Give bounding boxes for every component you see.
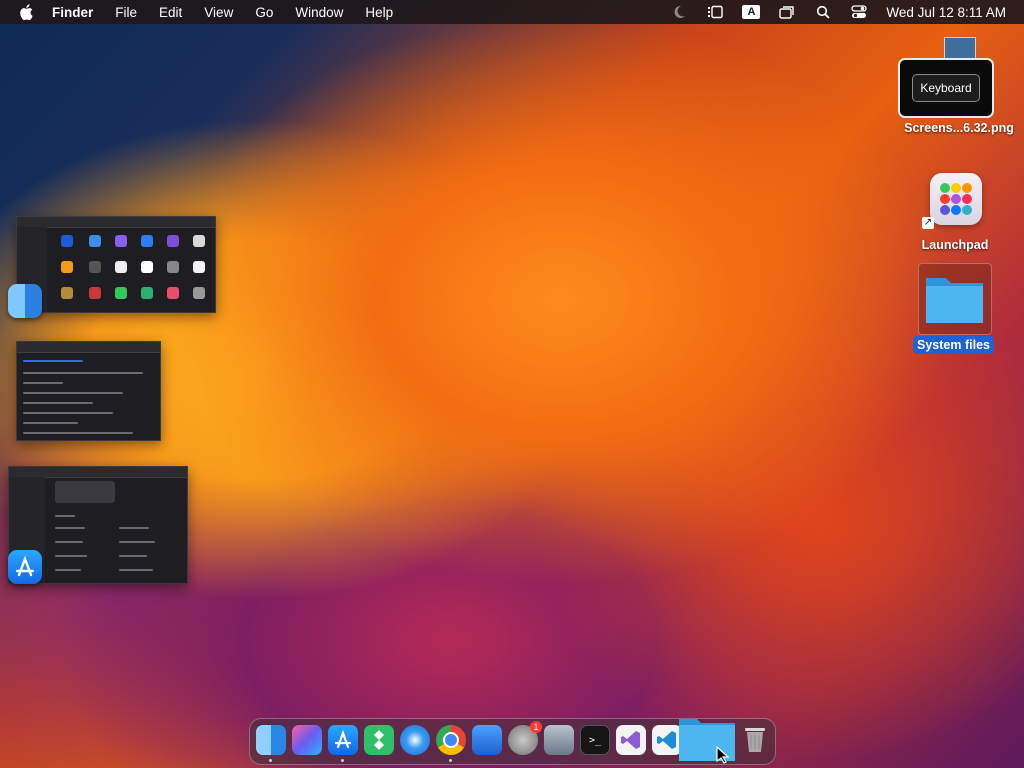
- stage-finder-window-thumbnail[interactable]: [16, 216, 216, 313]
- input-source-indicator[interactable]: A: [742, 5, 761, 19]
- dock-automator-icon[interactable]: [544, 725, 574, 755]
- system-files-label[interactable]: System files: [913, 336, 994, 354]
- mouse-cursor-icon: [716, 746, 730, 764]
- menu-go[interactable]: Go: [255, 5, 273, 20]
- app-store-app-icon[interactable]: [8, 550, 42, 584]
- menu-app-finder[interactable]: Finder: [52, 5, 93, 20]
- keyboard-key-label: Keyboard: [912, 74, 980, 102]
- apple-menu-icon[interactable]: [18, 3, 34, 21]
- control-center-icon[interactable]: [850, 4, 868, 20]
- menubar-clock[interactable]: Wed Jul 12 8:11 AM: [886, 5, 1006, 20]
- dock-visual-studio-icon[interactable]: [616, 725, 646, 755]
- launchpad-label[interactable]: Launchpad: [905, 238, 1005, 252]
- dock-system-settings-icon[interactable]: 1: [508, 721, 542, 755]
- spotlight-search-icon[interactable]: [814, 4, 832, 20]
- dock-running-indicator: [269, 759, 272, 762]
- screen-mirroring-icon[interactable]: [778, 4, 796, 20]
- dock-xcode-icon[interactable]: [472, 725, 502, 755]
- dock-trash-icon[interactable]: [740, 725, 770, 755]
- dock-finder-icon[interactable]: [256, 725, 286, 755]
- dock-running-indicator: [341, 759, 344, 762]
- dock-chrome-icon[interactable]: [436, 725, 466, 755]
- stage-manager-icon[interactable]: [706, 4, 724, 20]
- screenshot-file-label[interactable]: Screens...6.32.png: [898, 121, 1020, 135]
- dock: 1 >_: [249, 718, 776, 765]
- menu-window[interactable]: Window: [295, 5, 343, 20]
- menu-help[interactable]: Help: [365, 5, 393, 20]
- stage-code-window-thumbnail[interactable]: [16, 341, 161, 441]
- menu-bar: Finder File Edit View Go Window Help A W…: [0, 0, 1024, 24]
- alias-arrow-icon: ↗: [922, 217, 934, 229]
- notification-badge: 1: [530, 721, 542, 733]
- menu-edit[interactable]: Edit: [159, 5, 182, 20]
- dock-craft-icon[interactable]: [364, 725, 394, 755]
- dock-running-indicator: [449, 759, 452, 762]
- system-files-folder[interactable]: [918, 263, 992, 335]
- menu-file[interactable]: File: [115, 5, 137, 20]
- keyboard-tooltip: Keyboard: [898, 58, 994, 118]
- launchpad-icon[interactable]: [930, 173, 982, 225]
- menu-view[interactable]: View: [204, 5, 233, 20]
- dock-shortcuts-icon[interactable]: [292, 725, 322, 755]
- focus-moon-icon[interactable]: [670, 4, 688, 20]
- finder-app-icon[interactable]: [8, 284, 42, 318]
- dock-safari-icon[interactable]: [400, 725, 430, 755]
- dock-app-store-icon[interactable]: [328, 725, 358, 755]
- dock-terminal-icon[interactable]: >_: [580, 725, 610, 755]
